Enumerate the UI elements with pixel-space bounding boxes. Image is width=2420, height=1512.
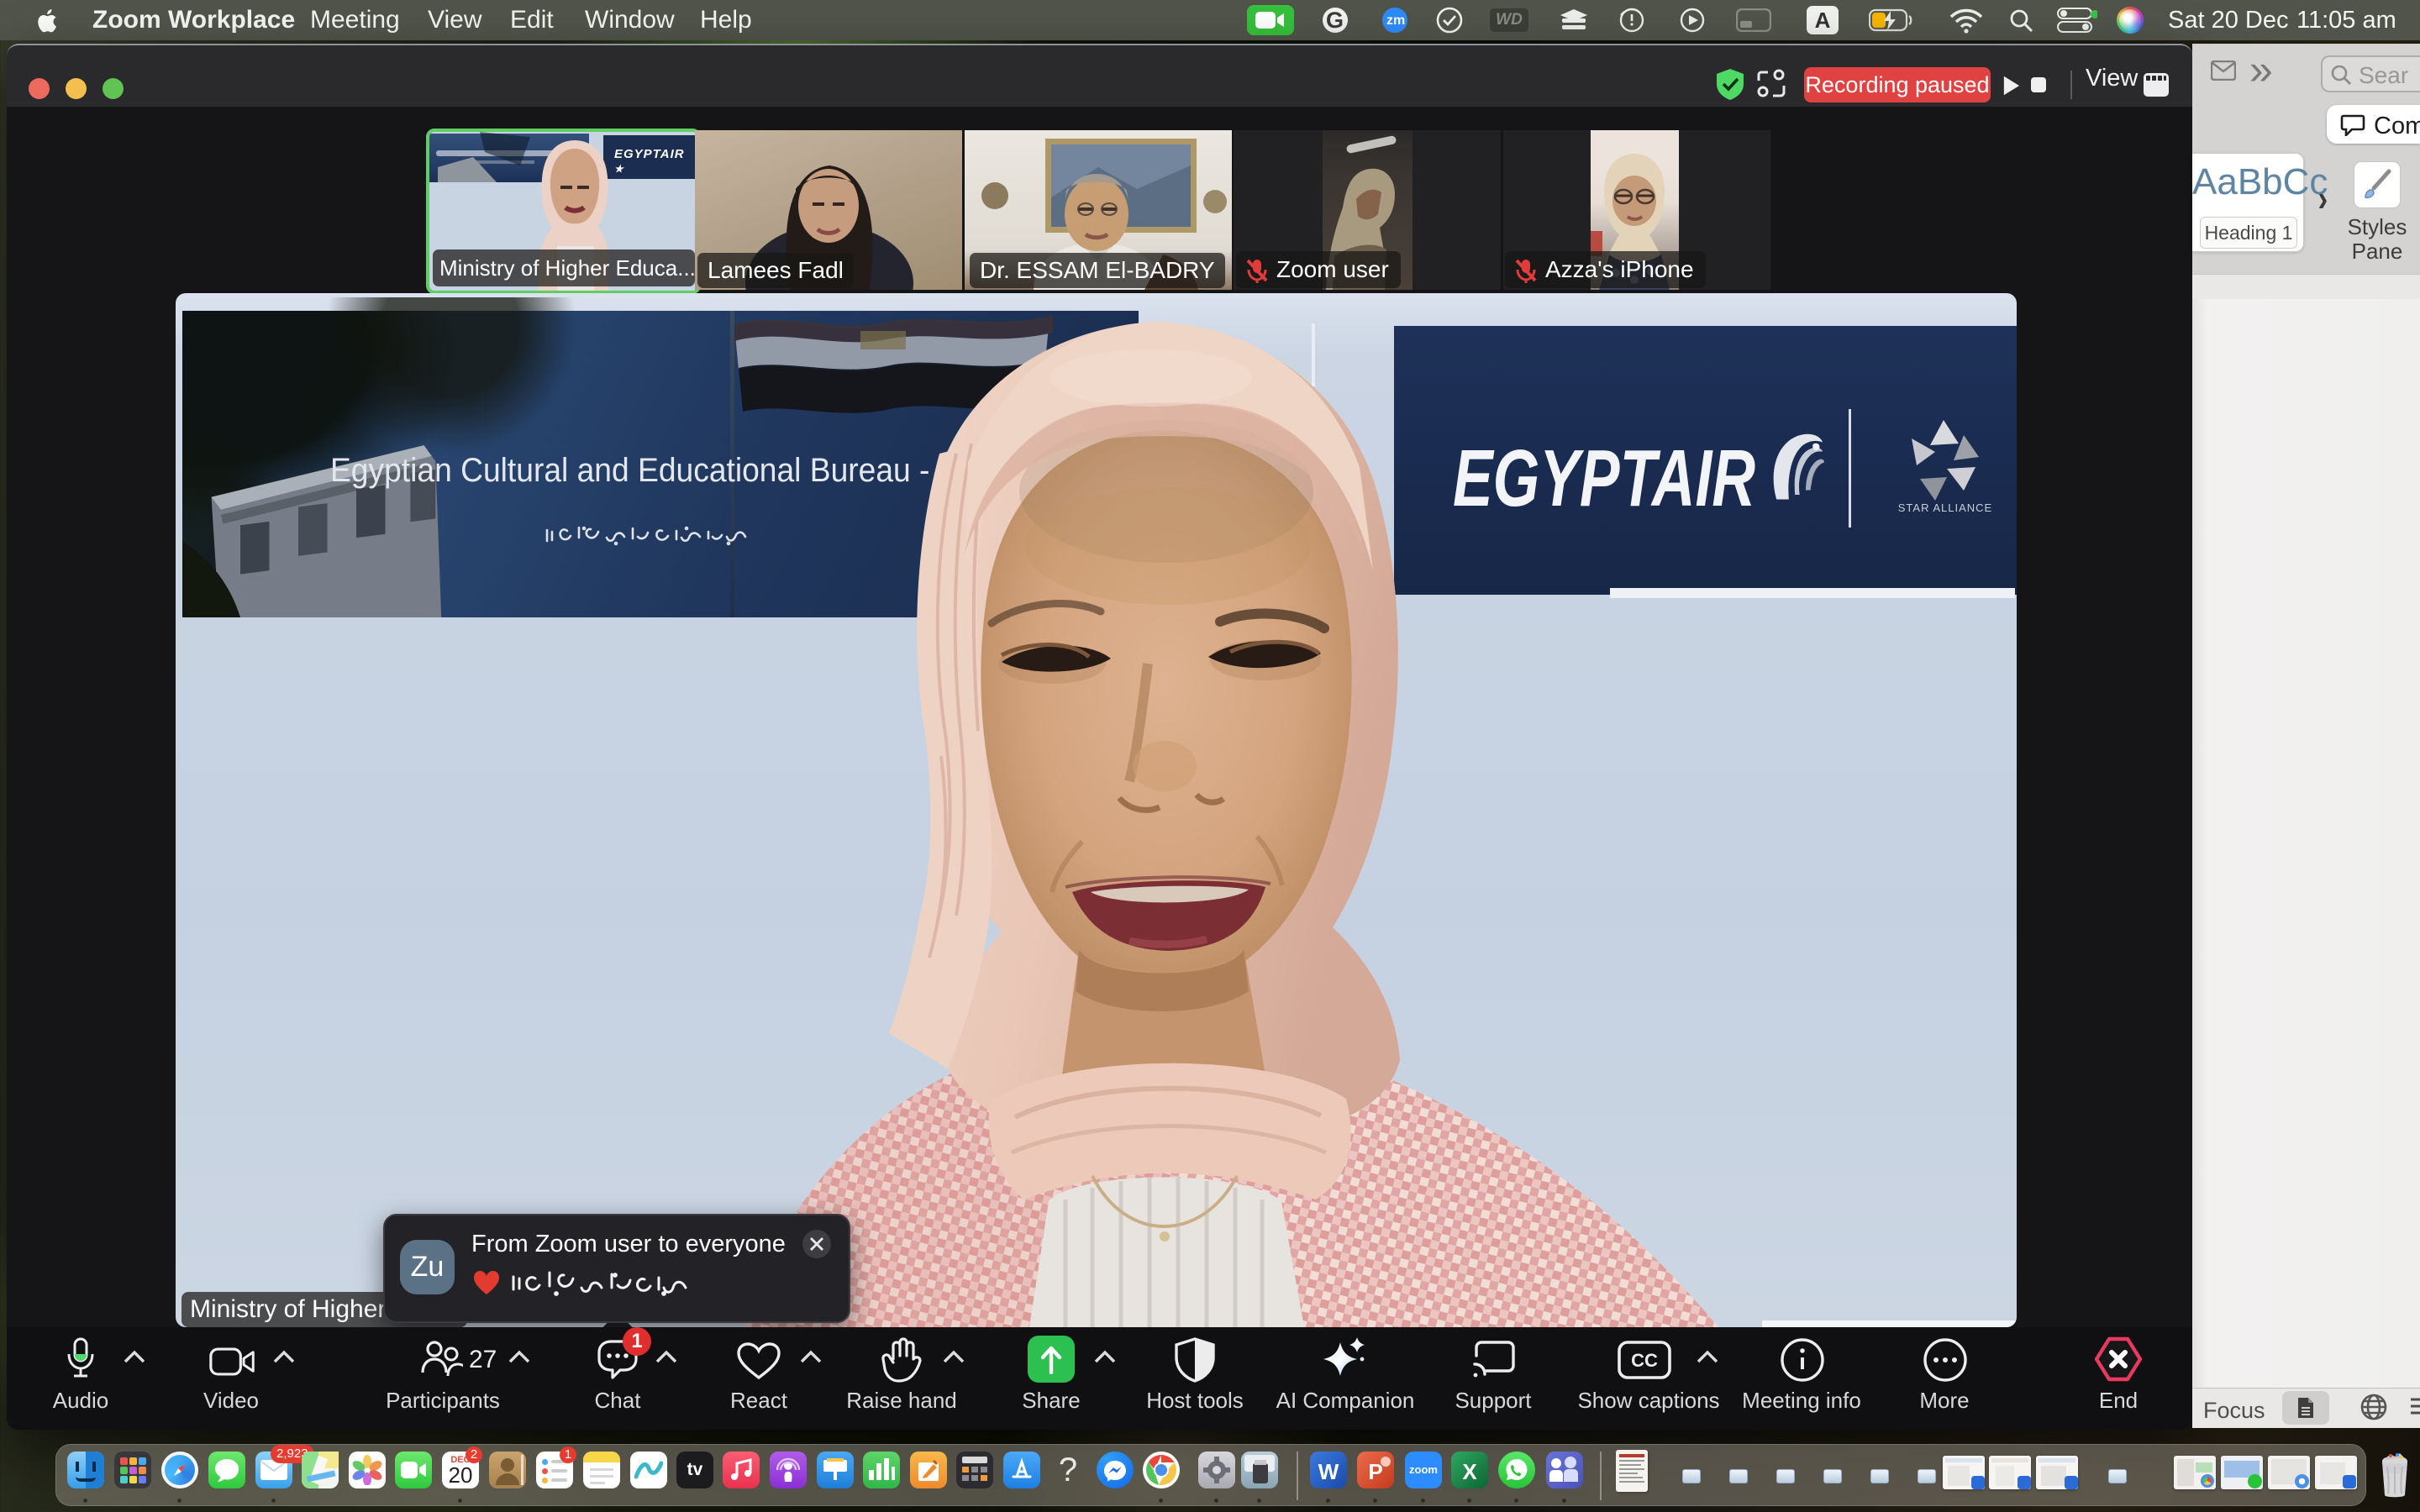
svg-text:CC: CC bbox=[1631, 1350, 1658, 1371]
